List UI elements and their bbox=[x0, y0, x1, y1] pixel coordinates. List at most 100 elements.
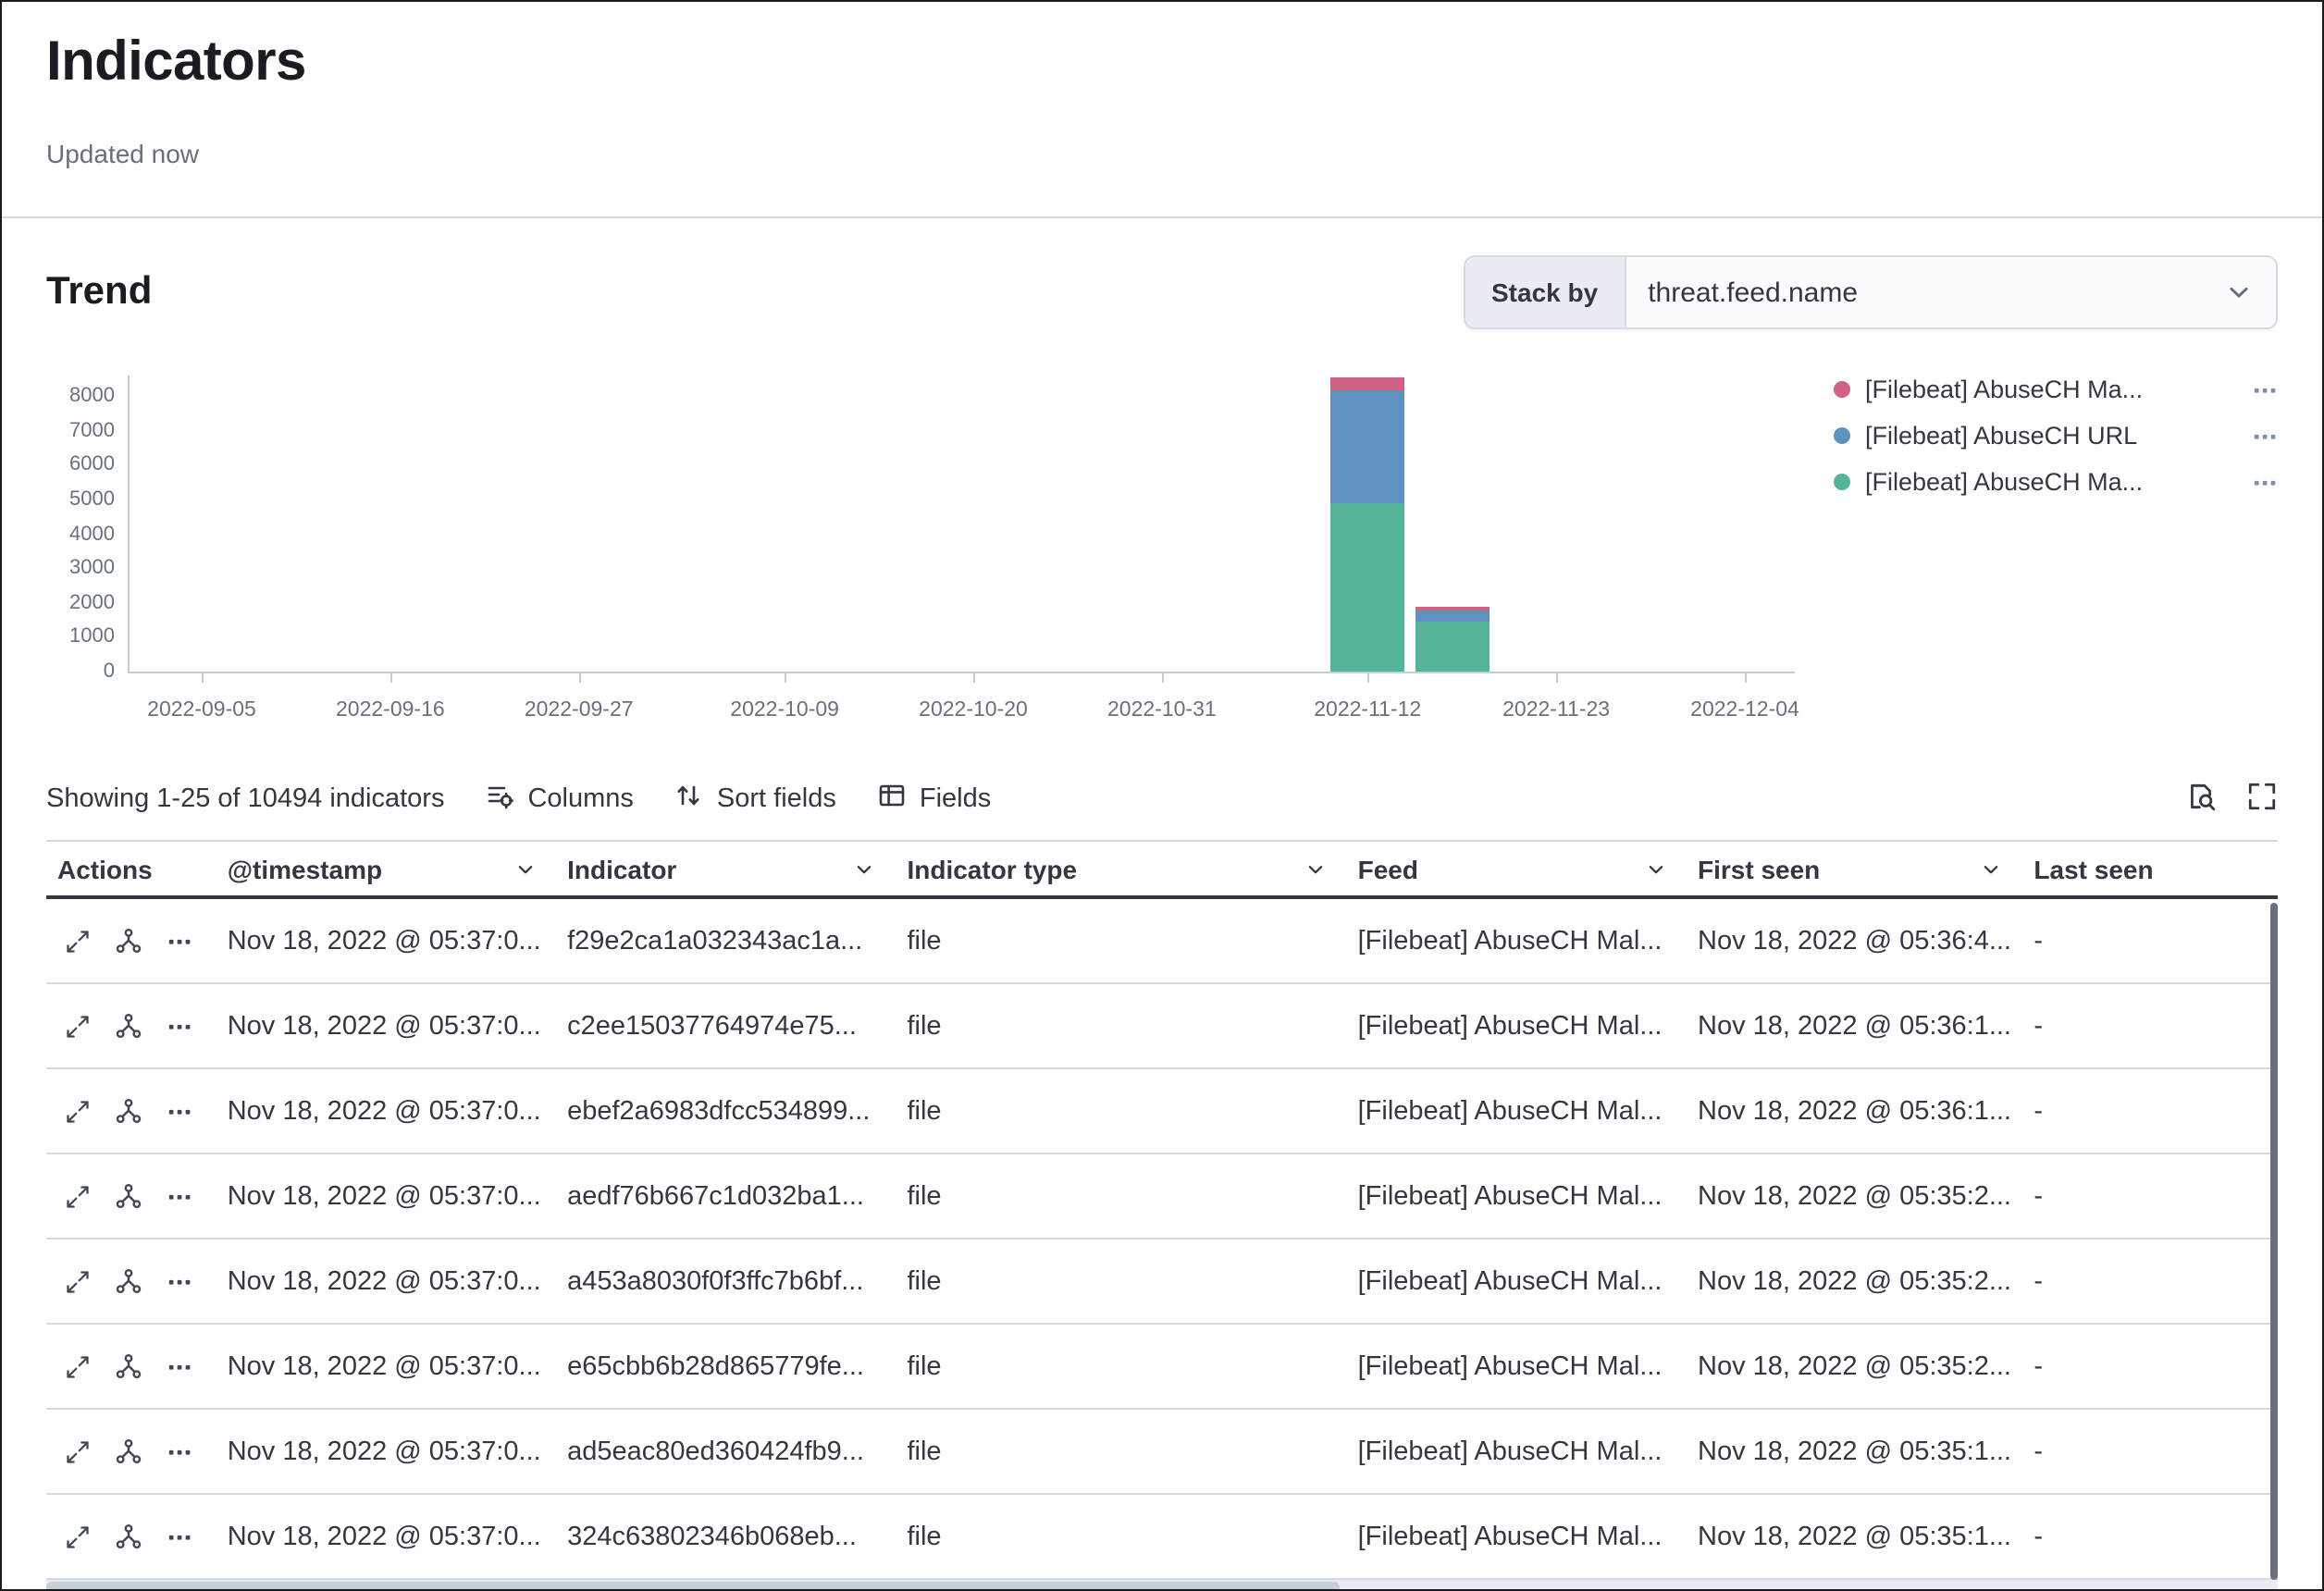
x-axis-tick-label: 2022-09-16 bbox=[302, 699, 479, 722]
bar-segment[interactable] bbox=[1330, 503, 1404, 672]
column-header-indicator[interactable]: Indicator bbox=[556, 842, 896, 895]
timeline-icon bbox=[115, 1182, 142, 1210]
chevron-down-icon[interactable] bbox=[851, 856, 877, 882]
stack-by-select[interactable]: threat.feed.name bbox=[1626, 257, 2276, 327]
cell-actions bbox=[46, 1097, 216, 1125]
sort-fields-button[interactable]: Sort fields bbox=[674, 781, 836, 818]
open-details-button[interactable] bbox=[65, 1013, 91, 1039]
open-details-button[interactable] bbox=[65, 1098, 91, 1124]
page-header: Indicators Updated now bbox=[2, 2, 2322, 168]
boxes-horizontal-icon bbox=[167, 1183, 192, 1209]
column-header-first-seen[interactable]: First seen bbox=[1687, 842, 2022, 895]
more-actions-button[interactable] bbox=[167, 1438, 192, 1464]
investigate-in-timeline-button[interactable] bbox=[115, 1437, 142, 1465]
table-row: Nov 18, 2022 @ 05:37:0...324c63802346b06… bbox=[46, 1495, 2278, 1580]
timeline-icon bbox=[115, 1437, 142, 1465]
x-axis-tick bbox=[785, 673, 786, 683]
column-header-indicator-type[interactable]: Indicator type bbox=[896, 842, 1346, 895]
investigate-in-timeline-button[interactable] bbox=[115, 1352, 142, 1380]
x-axis-tick bbox=[1745, 673, 1747, 683]
open-details-button[interactable] bbox=[65, 1438, 91, 1464]
chevron-down-icon[interactable] bbox=[512, 856, 538, 882]
sort-icon bbox=[674, 781, 704, 818]
x-axis-tick bbox=[1367, 673, 1369, 683]
cell-timestamp: Nov 18, 2022 @ 05:37:0... bbox=[216, 1522, 556, 1551]
boxes-horizontal-icon bbox=[167, 1438, 192, 1464]
vertical-scrollbar[interactable] bbox=[2270, 903, 2278, 1580]
x-axis-tick bbox=[390, 673, 392, 683]
bar-segment[interactable] bbox=[1416, 606, 1490, 611]
cell-last-seen: - bbox=[2022, 1096, 2278, 1126]
horizontal-scrollbar[interactable] bbox=[46, 1580, 2278, 1591]
legend-item[interactable]: [Filebeat] AbuseCH Ma... bbox=[1834, 366, 2278, 413]
x-axis-tick bbox=[579, 673, 581, 683]
investigate-in-timeline-button[interactable] bbox=[115, 1523, 142, 1550]
more-actions-button[interactable] bbox=[167, 928, 192, 954]
expand-icon bbox=[65, 1523, 91, 1549]
investigate-in-timeline-button[interactable] bbox=[115, 1097, 142, 1125]
more-actions-button[interactable] bbox=[167, 1013, 192, 1039]
bar-segment[interactable] bbox=[1416, 622, 1490, 672]
boxes-horizontal-icon bbox=[167, 1098, 192, 1124]
cell-last-seen: - bbox=[2022, 1522, 2278, 1551]
cell-last-seen: - bbox=[2022, 1181, 2278, 1211]
cell-actions bbox=[46, 1012, 216, 1040]
stack-by-label: Stack by bbox=[1465, 257, 1626, 327]
inspect-button[interactable] bbox=[2185, 781, 2217, 818]
bar-segment[interactable] bbox=[1330, 391, 1404, 503]
chevron-down-icon[interactable] bbox=[1978, 856, 2004, 882]
chevron-down-icon[interactable] bbox=[1642, 856, 1668, 882]
cell-feed: [Filebeat] AbuseCH Mal... bbox=[1347, 926, 1687, 956]
cell-indicator-type: file bbox=[896, 1011, 1346, 1041]
legend-actions-icon[interactable] bbox=[2252, 423, 2278, 449]
expand-icon bbox=[65, 1438, 91, 1464]
cell-indicator: f29e2ca1a032343ac1a... bbox=[556, 926, 896, 956]
horizontal-scrollbar-thumb[interactable] bbox=[46, 1582, 1341, 1591]
investigate-in-timeline-button[interactable] bbox=[115, 1182, 142, 1210]
column-header-feed[interactable]: Feed bbox=[1347, 842, 1687, 895]
cell-indicator-type: file bbox=[896, 1437, 1346, 1466]
more-actions-button[interactable] bbox=[167, 1268, 192, 1294]
cell-indicator-type: file bbox=[896, 1181, 1346, 1211]
expand-icon bbox=[65, 1098, 91, 1124]
open-details-button[interactable] bbox=[65, 1523, 91, 1549]
stack-by-control: Stack by threat.feed.name bbox=[1464, 255, 2278, 329]
legend-actions-icon[interactable] bbox=[2252, 469, 2278, 495]
investigate-in-timeline-button[interactable] bbox=[115, 927, 142, 955]
open-details-button[interactable] bbox=[65, 1353, 91, 1379]
table-row: Nov 18, 2022 @ 05:37:0...a453a8030f0f3ff… bbox=[46, 1240, 2278, 1325]
cell-timestamp: Nov 18, 2022 @ 05:37:0... bbox=[216, 1011, 556, 1041]
bar-segment[interactable] bbox=[1330, 377, 1404, 391]
trend-chart[interactable]: 0100020003000400050006000700080002022-09… bbox=[46, 355, 1878, 747]
investigate-in-timeline-button[interactable] bbox=[115, 1267, 142, 1295]
more-actions-button[interactable] bbox=[167, 1098, 192, 1124]
legend-actions-icon[interactable] bbox=[2252, 376, 2278, 402]
legend-series-label: [Filebeat] AbuseCH Ma... bbox=[1865, 468, 2237, 496]
columns-button[interactable]: Columns bbox=[485, 781, 633, 818]
column-header-timestamp[interactable]: @timestamp bbox=[216, 842, 556, 895]
timeline-icon bbox=[115, 927, 142, 955]
column-header-label: Indicator bbox=[567, 854, 676, 883]
fields-button[interactable]: Fields bbox=[877, 781, 991, 818]
y-axis-tick-label: 3000 bbox=[46, 557, 115, 579]
updated-status: Updated now bbox=[46, 139, 2278, 168]
legend-item[interactable]: [Filebeat] AbuseCH URL bbox=[1834, 413, 2278, 459]
more-actions-button[interactable] bbox=[167, 1183, 192, 1209]
fullscreen-button[interactable] bbox=[2246, 781, 2278, 818]
more-actions-button[interactable] bbox=[167, 1353, 192, 1379]
open-details-button[interactable] bbox=[65, 1183, 91, 1209]
open-details-button[interactable] bbox=[65, 928, 91, 954]
trend-heading: Trend bbox=[46, 270, 152, 314]
legend-item[interactable]: [Filebeat] AbuseCH Ma... bbox=[1834, 459, 2278, 505]
chevron-down-icon[interactable] bbox=[1303, 856, 1329, 882]
open-details-button[interactable] bbox=[65, 1268, 91, 1294]
x-axis-tick-label: 2022-11-23 bbox=[1467, 699, 1645, 722]
toolbar-right-icons bbox=[2185, 781, 2278, 818]
bar-segment[interactable] bbox=[1416, 611, 1490, 622]
cell-last-seen: - bbox=[2022, 1011, 2278, 1041]
table-row: Nov 18, 2022 @ 05:37:0...ad5eac80ed36042… bbox=[46, 1410, 2278, 1495]
page-title: Indicators bbox=[46, 31, 2278, 94]
more-actions-button[interactable] bbox=[167, 1523, 192, 1549]
cell-indicator-type: file bbox=[896, 1522, 1346, 1551]
investigate-in-timeline-button[interactable] bbox=[115, 1012, 142, 1040]
